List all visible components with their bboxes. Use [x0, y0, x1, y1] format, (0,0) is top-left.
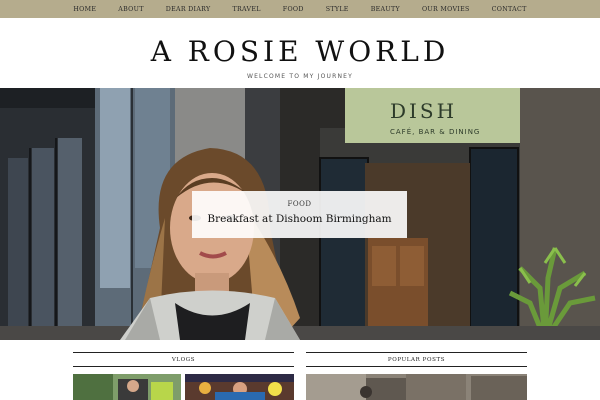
site-title[interactable]: A ROSIE WORLD — [0, 35, 600, 68]
nav-about[interactable]: ABOUT — [107, 6, 154, 13]
nav-food[interactable]: FOOD — [272, 6, 315, 13]
post-title[interactable]: Breakfast at Dishoom Birmingham — [192, 213, 407, 225]
vlogs-heading: VLOGS — [73, 352, 294, 367]
featured-post-hero[interactable]: DISH CAFÉ, BAR & DINING FOOD Breakfast a… — [0, 88, 600, 340]
post-category[interactable]: FOOD — [192, 200, 407, 208]
vlogs-widget: VLOGS — [73, 352, 294, 400]
popular-posts-heading: POPULAR POSTS — [306, 352, 527, 367]
nav-our-movies[interactable]: OUR MOVIES — [411, 6, 481, 13]
nav-style[interactable]: STYLE — [315, 6, 360, 13]
sign-subtext: CAFÉ, BAR & DINING — [390, 127, 480, 136]
vlog-thumbnail-image — [73, 374, 181, 400]
vlogs-thumbnails — [73, 374, 294, 400]
nav-dear-diary[interactable]: DEAR DIARY — [155, 6, 222, 13]
site-tagline: WELCOME TO MY JOURNEY — [246, 73, 354, 80]
popular-post-thumbnail-image — [306, 374, 527, 400]
site-header: A ROSIE WORLD WELCOME TO MY JOURNEY — [0, 18, 600, 88]
vlog-thumbnail[interactable] — [185, 374, 294, 400]
vlog-thumbnail[interactable] — [73, 374, 181, 400]
nav-contact[interactable]: CONTACT — [481, 6, 538, 13]
nav-beauty[interactable]: BEAUTY — [360, 6, 411, 13]
nav-home[interactable]: HOME — [62, 6, 107, 13]
vlog-thumbnail-image — [185, 374, 294, 400]
popular-posts-widget: POPULAR POSTS — [306, 352, 527, 400]
nav-travel[interactable]: TRAVEL — [221, 6, 271, 13]
sign-partial-text: DISH — [390, 99, 457, 123]
featured-post-card[interactable]: FOOD Breakfast at Dishoom Birmingham — [192, 191, 407, 238]
top-navigation: HOME ABOUT DEAR DIARY TRAVEL FOOD STYLE … — [0, 0, 600, 18]
popular-posts-thumbnails — [306, 374, 527, 400]
popular-post-thumbnail[interactable] — [306, 374, 527, 400]
